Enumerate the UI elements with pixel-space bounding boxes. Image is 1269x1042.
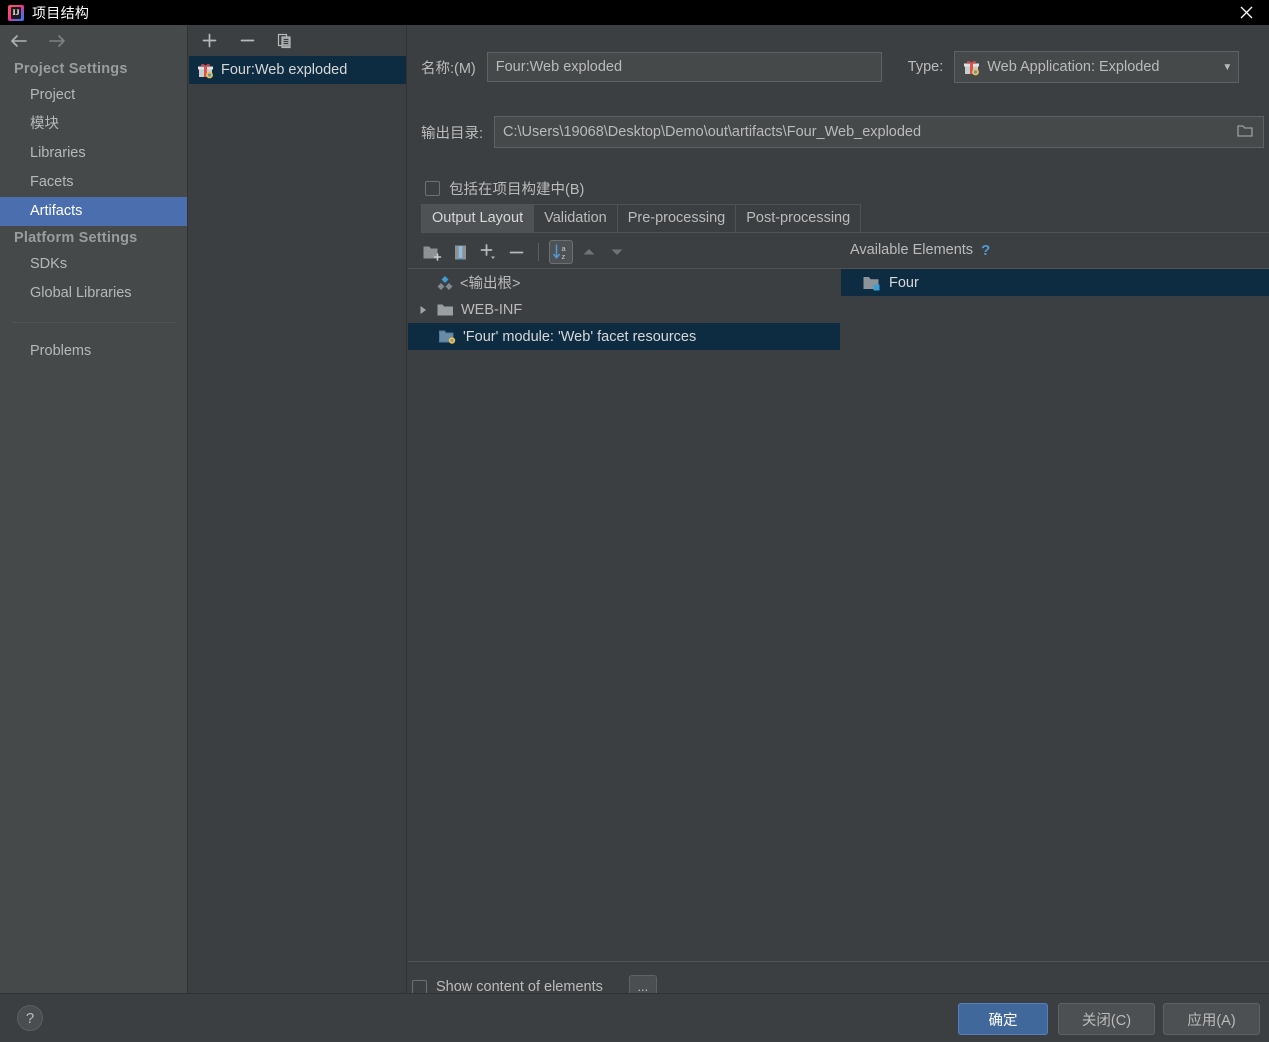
plus-dropdown-icon <box>480 244 495 259</box>
ok-button[interactable]: 确定 <box>958 1003 1048 1035</box>
artifacts-list-panel: Four:Web exploded <box>189 25 407 993</box>
include-in-build-checkbox[interactable] <box>425 181 440 196</box>
svg-text:z: z <box>562 252 566 261</box>
output-layout-toolbar: a z <box>414 235 834 269</box>
available-elements-title: Available Elements <box>850 242 974 258</box>
create-archive-button[interactable] <box>448 240 472 264</box>
artifact-type-value: Web Application: Exploded <box>987 59 1160 75</box>
tree-row-label: 'Four' module: 'Web' facet resources <box>463 328 697 345</box>
help-button[interactable]: ? <box>17 1005 43 1031</box>
sidebar-divider <box>12 322 175 323</box>
copy-artifact-button[interactable] <box>273 29 297 53</box>
sidebar-item-libraries[interactable]: Libraries <box>0 139 187 168</box>
chevron-down-icon: ▼ <box>1222 61 1233 73</box>
dialog-footer: ? 确定 关闭(C) 应用(A) <box>0 993 1269 1042</box>
available-elements-tree: Four <box>841 269 1269 959</box>
facet-resources-icon <box>439 330 456 344</box>
sidebar-group-project-settings: Project Settings <box>14 61 128 77</box>
content-bottom-divider <box>408 961 1269 962</box>
copy-icon <box>277 33 291 48</box>
window-title: 项目结构 <box>32 4 90 21</box>
close-window-button[interactable] <box>1223 0 1269 25</box>
tree-row-output-root[interactable]: <输出根> <box>408 269 840 296</box>
tab-post-processing[interactable]: Post-processing <box>735 204 862 232</box>
output-directory-row: 输出目录: C:\Users\19068\Desktop\Demo\out\ar… <box>421 116 1269 148</box>
add-artifact-button[interactable] <box>197 29 221 53</box>
module-folder-icon <box>863 276 880 290</box>
create-directory-button[interactable] <box>420 240 444 264</box>
output-layout-tree: <输出根> WEB-INF 'Four' module: 'Web' facet… <box>408 269 840 959</box>
artifact-list-item[interactable]: Four:Web exploded <box>189 56 406 84</box>
close-icon <box>1240 6 1252 19</box>
available-elements-header: Available Elements ? <box>840 235 1269 265</box>
move-down-button[interactable] <box>605 240 629 264</box>
title-bar: IJ 项目结构 <box>0 0 1269 25</box>
add-copy-of-button[interactable] <box>476 240 500 264</box>
sidebar-group-platform-settings: Platform Settings <box>14 230 138 246</box>
available-element-label: Four <box>889 274 919 291</box>
dialog-body: Project Settings Project 模块 Libraries Fa… <box>0 25 1269 999</box>
back-button[interactable] <box>8 30 30 52</box>
sidebar-item-project[interactable]: Project <box>0 81 187 110</box>
include-in-build-label: 包括在项目构建中(B) <box>449 182 585 198</box>
output-root-icon <box>437 275 453 290</box>
arrow-down-icon <box>611 249 623 255</box>
artifact-list-item-label: Four:Web exploded <box>221 62 348 78</box>
new-folder-icon <box>423 246 441 261</box>
name-type-row: 名称:(M) Type: Web Application: Exploded ▼ <box>421 51 1269 83</box>
include-in-build-row[interactable]: 包括在项目构建中(B) <box>425 178 584 199</box>
sort-az-icon: a z <box>553 244 567 261</box>
tree-row-facet-resources[interactable]: 'Four' module: 'Web' facet resources <box>408 323 840 350</box>
sidebar-item-artifacts[interactable]: Artifacts <box>0 197 187 226</box>
available-elements-help-icon[interactable]: ? <box>981 242 990 259</box>
remove-artifact-button[interactable] <box>235 29 259 53</box>
tab-pre-processing[interactable]: Pre-processing <box>616 204 737 232</box>
close-button[interactable]: 关闭(C) <box>1058 1003 1155 1035</box>
move-up-button[interactable] <box>577 240 601 264</box>
artifact-name-input[interactable] <box>486 52 882 82</box>
output-directory-field[interactable]: C:\Users\19068\Desktop\Demo\out\artifact… <box>494 116 1265 148</box>
sort-elements-button[interactable]: a z <box>549 240 573 264</box>
archive-jar-icon <box>454 245 466 259</box>
arrow-up-icon <box>583 249 595 255</box>
type-label: Type: <box>907 59 944 75</box>
folder-browse-icon <box>1237 124 1253 137</box>
forward-button[interactable] <box>46 30 68 52</box>
name-label: 名称:(M) <box>421 60 476 77</box>
minus-icon <box>509 251 523 253</box>
sidebar-item-sdks[interactable]: SDKs <box>0 250 187 279</box>
back-arrow-icon <box>11 35 27 47</box>
artifact-type-combobox[interactable]: Web Application: Exploded ▼ <box>954 51 1240 83</box>
expand-arrow-icon[interactable] <box>416 305 430 315</box>
folder-browse-button[interactable] <box>1237 123 1255 142</box>
toolbar-divider <box>538 243 539 261</box>
intellij-idea-icon: IJ <box>8 4 24 21</box>
tab-validation[interactable]: Validation <box>533 204 618 232</box>
artifact-gift-icon <box>964 60 980 75</box>
minus-icon <box>240 39 254 42</box>
sidebar-item-modules[interactable]: 模块 <box>0 110 187 139</box>
output-dir-label: 输出目录: <box>421 125 484 142</box>
tab-output-layout[interactable]: Output Layout <box>421 204 535 232</box>
sidebar-item-facets[interactable]: Facets <box>0 168 187 197</box>
output-directory-value: C:\Users\19068\Desktop\Demo\out\artifact… <box>503 124 922 140</box>
editor-tabs: Output Layout Validation Pre-processing … <box>421 204 1269 233</box>
sidebar-item-global-libraries[interactable]: Global Libraries <box>0 279 187 308</box>
tree-row-web-inf[interactable]: WEB-INF <box>408 296 840 323</box>
sidebar-item-problems[interactable]: Problems <box>0 337 187 366</box>
tree-row-label: <输出根> <box>460 276 521 292</box>
folder-icon <box>437 304 453 315</box>
settings-sidebar: Project Settings Project 模块 Libraries Fa… <box>0 25 188 993</box>
available-element-item[interactable]: Four <box>841 269 1269 296</box>
sidebar-nav-arrows <box>0 25 187 57</box>
artifact-editor: 名称:(M) Type: Web Application: Exploded ▼… <box>408 25 1269 999</box>
artifacts-toolbar <box>189 25 406 56</box>
plus-icon <box>202 33 216 48</box>
apply-button[interactable]: 应用(A) <box>1163 1003 1260 1035</box>
artifact-gift-icon <box>198 63 213 78</box>
remove-element-button[interactable] <box>504 240 528 264</box>
forward-arrow-icon <box>49 35 65 47</box>
tree-row-label: WEB-INF <box>461 301 523 318</box>
